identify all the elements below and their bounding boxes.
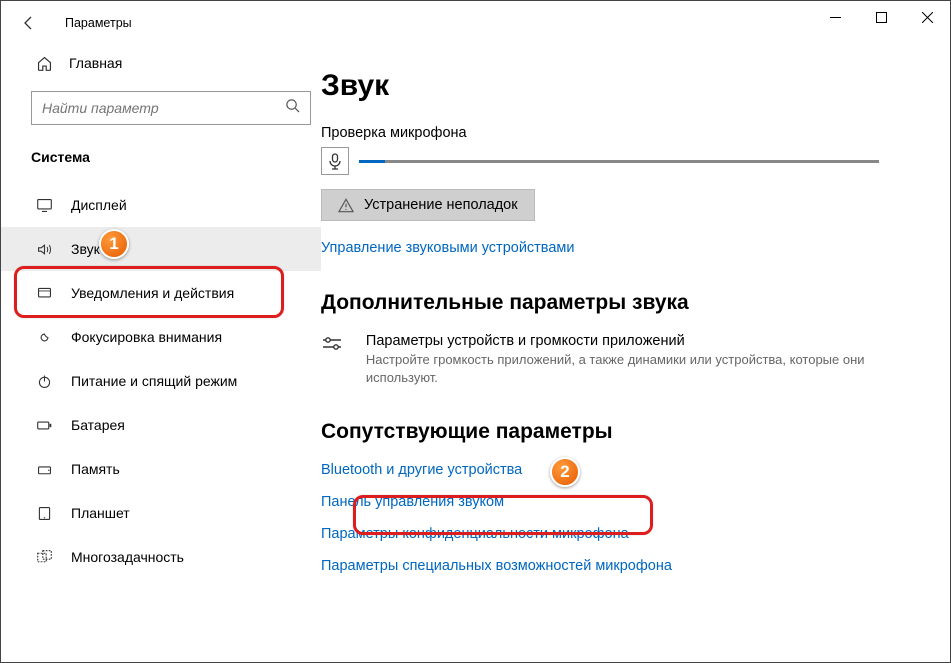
annotation-badge-2: 2 [550, 457, 580, 487]
sidebar-item-label: Батарея [71, 417, 125, 433]
tablet-icon [33, 505, 55, 522]
app-volume-option[interactable]: Параметры устройств и громкости приложен… [321, 333, 881, 386]
window-title: Параметры [65, 16, 132, 30]
annotation-badge-1: 1 [99, 229, 129, 259]
battery-icon [33, 417, 55, 434]
sidebar-item-focus[interactable]: Фокусировка внимания [1, 315, 321, 359]
advanced-heading: Дополнительные параметры звука [321, 291, 920, 315]
sidebar-item-label: Дисплей [71, 197, 127, 213]
window-controls [812, 1, 950, 33]
notifications-icon [33, 285, 55, 302]
sidebar-item-multitasking[interactable]: Многозадачность [1, 535, 321, 579]
manage-sound-devices-link[interactable]: Управление звуковыми устройствами [321, 240, 574, 256]
storage-icon [33, 461, 55, 478]
home-icon [33, 55, 55, 72]
related-heading: Сопутствующие параметры [321, 420, 920, 444]
search-input[interactable] [42, 100, 285, 116]
maximize-button[interactable] [858, 1, 904, 33]
main-content: Звук Проверка микрофона Устранение непол… [321, 45, 950, 662]
sidebar-home-label: Главная [69, 55, 122, 71]
search-box[interactable] [31, 91, 311, 125]
option-description: Настройте громкость приложений, а также … [366, 351, 881, 386]
sidebar-item-label: Уведомления и действия [71, 285, 234, 301]
mic-level-meter [359, 153, 879, 169]
link-mic-accessibility[interactable]: Параметры специальных возможностей микро… [321, 558, 672, 574]
link-bluetooth[interactable]: Bluetooth и другие устройства [321, 462, 522, 478]
option-title: Параметры устройств и громкости приложен… [366, 333, 881, 349]
sidebar-item-display[interactable]: Дисплей [1, 183, 321, 227]
sidebar-item-label: Многозадачность [71, 549, 184, 565]
warning-icon [338, 198, 354, 213]
mic-test-row [321, 147, 920, 175]
sidebar-home[interactable]: Главная [1, 45, 321, 81]
troubleshoot-label: Устранение неполадок [364, 197, 518, 213]
sidebar-item-sound[interactable]: Звук [1, 227, 321, 271]
sidebar-item-storage[interactable]: Память [1, 447, 321, 491]
back-button[interactable] [15, 9, 43, 37]
minimize-button[interactable] [812, 1, 858, 33]
sidebar-item-label: Питание и спящий режим [71, 373, 237, 389]
link-sound-control-panel[interactable]: Панель управления звуком [321, 494, 504, 510]
sliders-icon [321, 333, 348, 386]
related-links: Bluetooth и другие устройства Панель упр… [321, 462, 920, 574]
close-button[interactable] [904, 1, 950, 33]
sidebar-item-label: Фокусировка внимания [71, 329, 222, 345]
focus-icon [33, 329, 55, 346]
page-title: Звук [321, 69, 920, 103]
sidebar-item-tablet[interactable]: Планшет [1, 491, 321, 535]
sidebar: Главная Система Дисплей Зв [1, 45, 321, 662]
troubleshoot-button[interactable]: Устранение неполадок [321, 189, 535, 221]
mic-test-label: Проверка микрофона [321, 125, 920, 141]
sidebar-item-label: Планшет [71, 505, 130, 521]
search-icon [285, 98, 300, 118]
sidebar-section-header: Система [1, 135, 321, 179]
sidebar-item-label: Память [71, 461, 120, 477]
sidebar-item-battery[interactable]: Батарея [1, 403, 321, 447]
link-mic-privacy[interactable]: Параметры конфиденциальности микрофона [321, 526, 629, 542]
sidebar-item-power[interactable]: Питание и спящий режим [1, 359, 321, 403]
display-icon [33, 197, 55, 214]
mic-icon [321, 147, 349, 175]
sidebar-item-label: Звук [71, 241, 100, 257]
sidebar-item-notifications[interactable]: Уведомления и действия [1, 271, 321, 315]
sound-icon [33, 241, 55, 258]
sidebar-nav: Дисплей Звук Уведомления и действия Фоку… [1, 179, 321, 579]
power-icon [33, 373, 55, 390]
multitasking-icon [33, 549, 55, 566]
title-bar: Параметры [1, 1, 950, 45]
